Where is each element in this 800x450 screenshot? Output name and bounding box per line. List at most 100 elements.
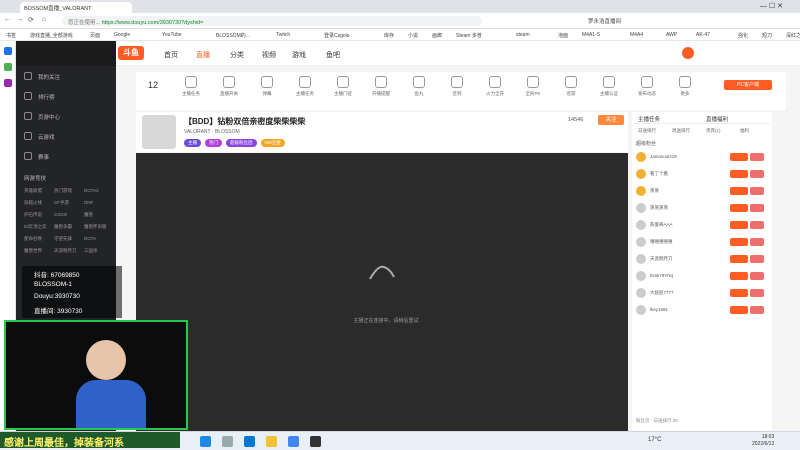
rank-row[interactable]: 天涯明月刀 xyxy=(634,252,770,266)
chat-subtab[interactable]: 周送排行 xyxy=(672,128,690,134)
bookmark-item[interactable]: AK-47 xyxy=(696,32,710,38)
rank-row[interactable]: 嘻嘻嘻嘻嘻 xyxy=(634,235,770,249)
room-tag[interactable]: 主播 xyxy=(184,139,201,147)
rank-gift-button[interactable] xyxy=(750,272,764,280)
toolbar-item[interactable]: 全民PK xyxy=(518,76,548,97)
avatar[interactable] xyxy=(682,47,694,59)
clock[interactable]: 18:03 2022/6/13 xyxy=(752,434,774,448)
rank-row[interactable]: Erek79YNq xyxy=(634,269,770,283)
toolbar-item[interactable]: 发布动态 xyxy=(632,76,662,97)
rank-action-button[interactable] xyxy=(730,255,748,263)
nav-item[interactable]: 视频 xyxy=(262,50,276,60)
sidebar-game[interactable]: CF手游 xyxy=(54,200,69,206)
toolbar-item[interactable]: 开播提醒 xyxy=(366,76,396,97)
browser-tab[interactable]: BOSSOM直播_VALORANT xyxy=(20,2,132,13)
sidebar-item[interactable]: 赛事 xyxy=(38,153,49,161)
site-logo[interactable]: 斗鱼 xyxy=(118,46,144,60)
search-icon[interactable] xyxy=(222,436,233,447)
rank-gift-button[interactable] xyxy=(750,170,764,178)
toolbar-item[interactable]: 更多 xyxy=(670,76,700,97)
room-tag[interactable]: NW连胜 xyxy=(260,139,285,147)
sidebar-game[interactable]: lol云顶之弈 xyxy=(24,224,47,230)
home-icon[interactable]: ⌂ xyxy=(42,16,46,23)
bookmark-item[interactable]: M4A4 xyxy=(630,32,643,38)
chat-subtab[interactable]: 福利 xyxy=(740,128,749,134)
bookmark-item[interactable]: 画廊 xyxy=(432,32,442,39)
sidebar-item[interactable]: 页游中心 xyxy=(38,113,60,121)
sidebar-game[interactable]: 三国杀 xyxy=(84,248,98,254)
category-tag[interactable]: VALORANT xyxy=(184,129,211,135)
bookmark-item[interactable]: 游戏直播_全部游戏 xyxy=(30,32,73,39)
follow-button[interactable]: 关注 xyxy=(598,115,624,125)
sidebar-game[interactable]: 魔兽世界 xyxy=(24,248,42,254)
sidebar-game[interactable]: 魔兽争霸 xyxy=(54,224,72,230)
bookmark-item[interactable]: 小说 xyxy=(408,32,418,39)
ext-icon[interactable] xyxy=(4,63,12,71)
bookmark-item[interactable]: 泡面 xyxy=(558,32,568,39)
sidebar-game[interactable]: 魔兽怀旧服 xyxy=(84,224,107,230)
bookmark-item[interactable]: Twitch xyxy=(276,32,290,38)
bookmark-item[interactable]: 短刀 xyxy=(762,32,772,39)
rank-row[interactable]: 蒸蒸蒸蒸 xyxy=(634,201,770,215)
sidebar-game[interactable]: DNF xyxy=(84,200,93,205)
sidebar-game[interactable]: 魔兽 xyxy=(84,212,93,218)
rank-action-button[interactable] xyxy=(730,272,748,280)
start-icon[interactable] xyxy=(200,436,211,447)
toolbar-item[interactable]: 弹幕 xyxy=(252,76,282,97)
forward-icon[interactable]: → xyxy=(16,16,23,23)
nav-item[interactable]: 鱼吧 xyxy=(326,50,340,60)
reload-icon[interactable]: ⟳ xyxy=(28,16,34,24)
rank-gift-button[interactable] xyxy=(750,187,764,195)
rank-action-button[interactable] xyxy=(730,238,748,246)
addressbar-right-label[interactable]: 罗永浩直播间 xyxy=(588,17,621,25)
owner-name[interactable]: BLOSSOM xyxy=(215,129,240,135)
toolbar-item[interactable]: 主播门徒 xyxy=(328,76,358,97)
rank-action-button[interactable] xyxy=(730,289,748,297)
rank-row[interactable]: 看了个看 xyxy=(634,167,770,181)
rank-gift-button[interactable] xyxy=(750,255,764,263)
sidebar-game[interactable]: 使命召唤 xyxy=(24,236,42,242)
sidebar-game[interactable]: 热门游戏 xyxy=(54,188,72,194)
rank-gift-button[interactable] xyxy=(750,306,764,314)
edge-icon[interactable] xyxy=(244,436,255,447)
rank-action-button[interactable] xyxy=(730,306,748,314)
bookmark-item[interactable]: 书签 xyxy=(6,32,16,39)
nav-item[interactable]: 首页 xyxy=(164,50,178,60)
room-tag[interactable]: 热门 xyxy=(205,139,222,147)
rank-action-button[interactable] xyxy=(730,221,748,229)
bookmark-item[interactable]: Steam 多普 xyxy=(456,32,482,39)
rank-gift-button[interactable] xyxy=(750,204,764,212)
rank-action-button[interactable] xyxy=(730,153,748,161)
rank-gift-button[interactable] xyxy=(750,221,764,229)
toolbar-item[interactable]: 主播任务 xyxy=(290,76,320,97)
sidebar-game[interactable]: 英雄联盟 xyxy=(24,188,42,194)
rank-gift-button[interactable] xyxy=(750,289,764,297)
ext-icon[interactable] xyxy=(4,79,12,87)
sidebar-game[interactable]: DOTA2 xyxy=(84,188,99,193)
sidebar-game[interactable]: 天涯明月刀 xyxy=(54,248,77,254)
bookmark-item[interactable]: Google xyxy=(114,32,130,38)
bookmark-item[interactable]: 页面 xyxy=(90,32,100,39)
rank-gift-button[interactable] xyxy=(750,238,764,246)
sidebar-item[interactable]: 排行榜 xyxy=(38,93,55,101)
chat-subtab[interactable]: 日送排行 xyxy=(638,128,656,134)
back-icon[interactable]: ← xyxy=(4,16,11,23)
toolbar-item[interactable]: 鱼丸 xyxy=(404,76,434,97)
toolbar-item[interactable]: 巡游 xyxy=(556,76,586,97)
sidebar-game[interactable]: 穿越火线 xyxy=(24,200,42,206)
rank-row[interactable]: Jamosoul219 xyxy=(634,150,770,164)
streamer-avatar[interactable] xyxy=(142,115,176,149)
sidebar-item[interactable]: 云游戏 xyxy=(38,133,55,141)
app-icon[interactable] xyxy=(310,436,321,447)
bookmark-item[interactable]: BLOSSOM的... xyxy=(216,32,250,39)
chrome-icon[interactable] xyxy=(288,436,299,447)
window-controls[interactable]: — ☐ ✕ xyxy=(760,2,783,10)
bookmark-item[interactable]: 深红之 xyxy=(786,32,800,39)
bookmark-item[interactable]: M4A1-S xyxy=(582,32,600,38)
toolbar-item[interactable]: 签到 xyxy=(442,76,472,97)
toolbar-item[interactable]: 火力全开 xyxy=(480,76,510,97)
bookmark-item[interactable]: 强化 xyxy=(738,32,748,39)
sidebar-game[interactable]: 炉石传说 xyxy=(24,212,42,218)
rank-action-button[interactable] xyxy=(730,204,748,212)
folder-icon[interactable] xyxy=(266,436,277,447)
